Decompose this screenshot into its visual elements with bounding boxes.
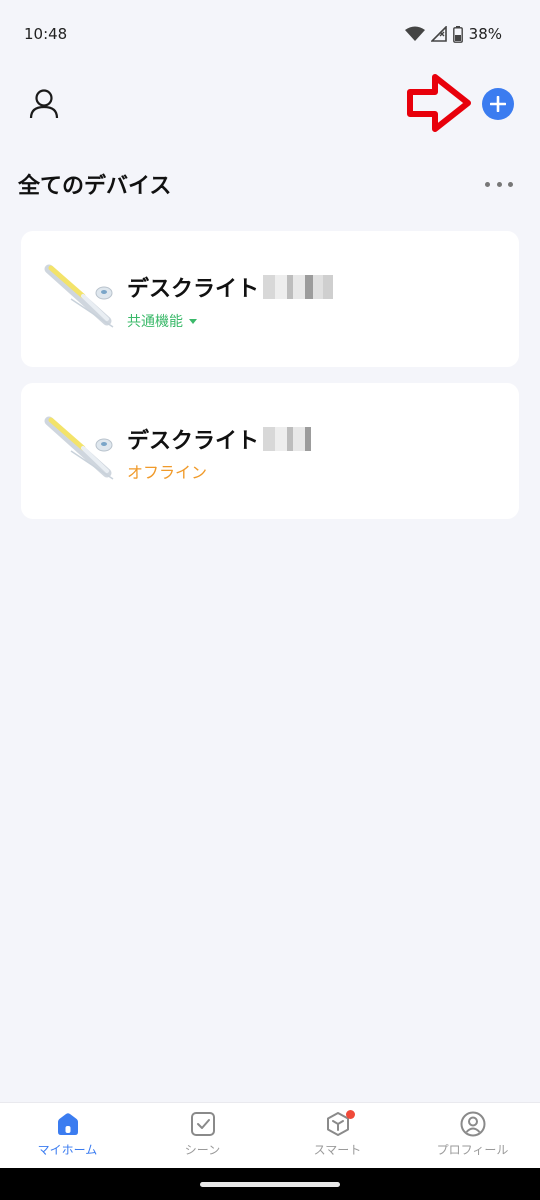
battery-icon [452,25,463,43]
device-card[interactable]: デスクライト オフライン [21,383,519,519]
battery-percent: 38% [468,25,502,43]
status-bar: 10:48 38% [0,0,540,68]
home-gesture-pill[interactable] [200,1182,340,1187]
red-arrow-annotation-icon [407,74,471,132]
device-status-text: 共通機能 [127,314,183,330]
status-time: 10:48 [24,25,68,43]
device-name: デスクライト [127,271,334,303]
wifi-icon [404,26,425,41]
system-gesture-bar [0,1168,540,1200]
nav-label: プロフィール [436,1143,509,1157]
device-card[interactable]: デスクライト 共通機能 [21,231,519,367]
section-title: 全てのデバイス [18,174,172,199]
profile-circle-icon [460,1111,485,1137]
bottom-nav: マイホーム シーン スマート プロフィール [0,1102,540,1168]
device-name: デスクライト [127,423,312,455]
nav-item-scene[interactable]: シーン [135,1103,270,1168]
status-icons: 38% [404,25,502,43]
redacted-suffix [263,427,312,451]
more-dot-icon [508,181,513,187]
notification-badge [346,1110,355,1119]
more-options-button[interactable] [482,172,516,196]
person-icon [29,89,59,119]
caret-down-icon [189,318,197,324]
redacted-suffix [263,275,334,299]
profile-button[interactable] [22,82,66,126]
desk-light-icon [44,416,114,480]
plus-icon [490,96,506,112]
nav-label: シーン [184,1143,221,1157]
nav-label: スマート [313,1143,362,1157]
home-icon [57,1113,78,1135]
device-status-offline: オフライン [127,463,208,482]
nav-label: マイホーム [37,1143,98,1157]
nav-item-profile[interactable]: プロフィール [405,1103,540,1168]
more-dot-icon [496,181,502,187]
nav-item-smart[interactable]: スマート [270,1103,405,1168]
cell-signal-icon [430,26,447,42]
nav-item-my-home[interactable]: マイホーム [0,1103,135,1168]
device-name-text: デスクライト [127,429,260,454]
device-status-dropdown[interactable]: 共通機能 [127,311,197,331]
device-name-text: デスクライト [127,277,260,302]
checkbox-icon [190,1112,215,1136]
add-device-button[interactable] [482,88,514,120]
more-dot-icon [485,181,490,187]
desk-light-icon [44,264,114,328]
